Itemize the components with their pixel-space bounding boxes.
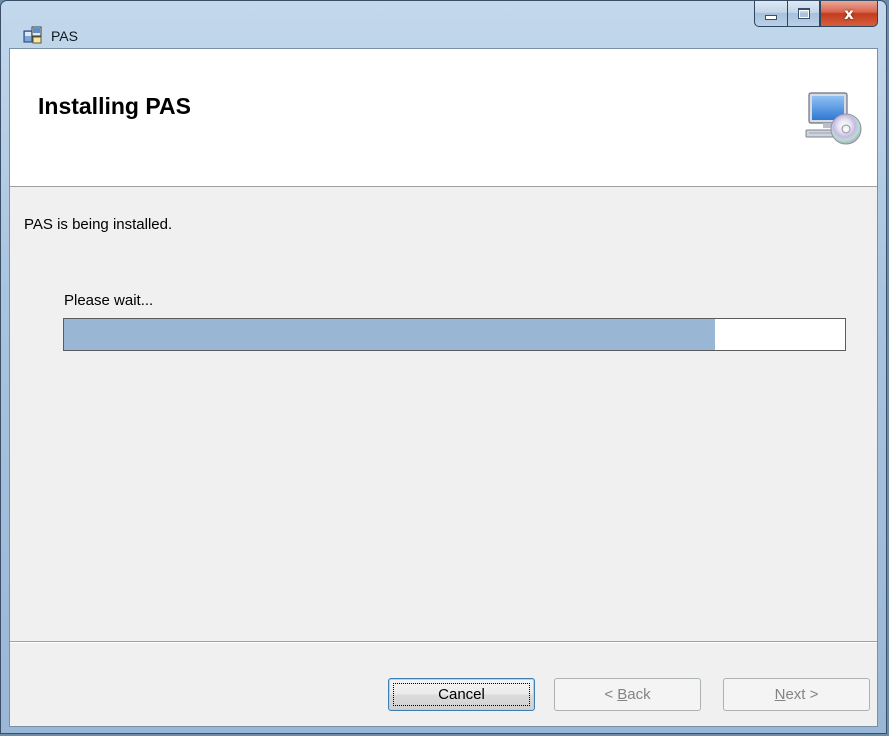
maximize-icon	[797, 8, 810, 19]
footer-divider	[10, 641, 877, 643]
caption-buttons: x	[754, 1, 878, 29]
minimize-icon	[765, 15, 777, 20]
next-button[interactable]: Next >	[723, 678, 870, 711]
maximize-button[interactable]	[787, 1, 820, 27]
title-bar[interactable]: PAS x	[1, 1, 886, 48]
please-wait-label: Please wait...	[64, 292, 154, 309]
cancel-button[interactable]: Cancel	[388, 678, 535, 711]
next-button-label: Next >	[774, 686, 819, 703]
back-button-label: < Back	[604, 686, 651, 703]
install-progress-bar	[63, 318, 846, 351]
installer-app-icon	[23, 26, 42, 44]
focus-indicator	[393, 683, 530, 706]
installer-window: PAS x Installing PAS PAS is being instal…	[0, 0, 887, 734]
close-button[interactable]: x	[820, 1, 878, 27]
dialog-client-area: Installing PAS PAS is being installed. P…	[9, 48, 878, 727]
window-title: PAS	[51, 28, 78, 44]
back-button[interactable]: < Back	[554, 678, 701, 711]
progress-bar-fill	[64, 319, 716, 350]
dialog-header: Installing PAS	[10, 49, 877, 187]
computer-cd-icon	[805, 92, 862, 145]
close-icon: x	[844, 4, 854, 23]
install-status-text: PAS is being installed.	[24, 216, 173, 233]
minimize-button[interactable]	[754, 1, 787, 27]
page-title: Installing PAS	[38, 93, 191, 119]
